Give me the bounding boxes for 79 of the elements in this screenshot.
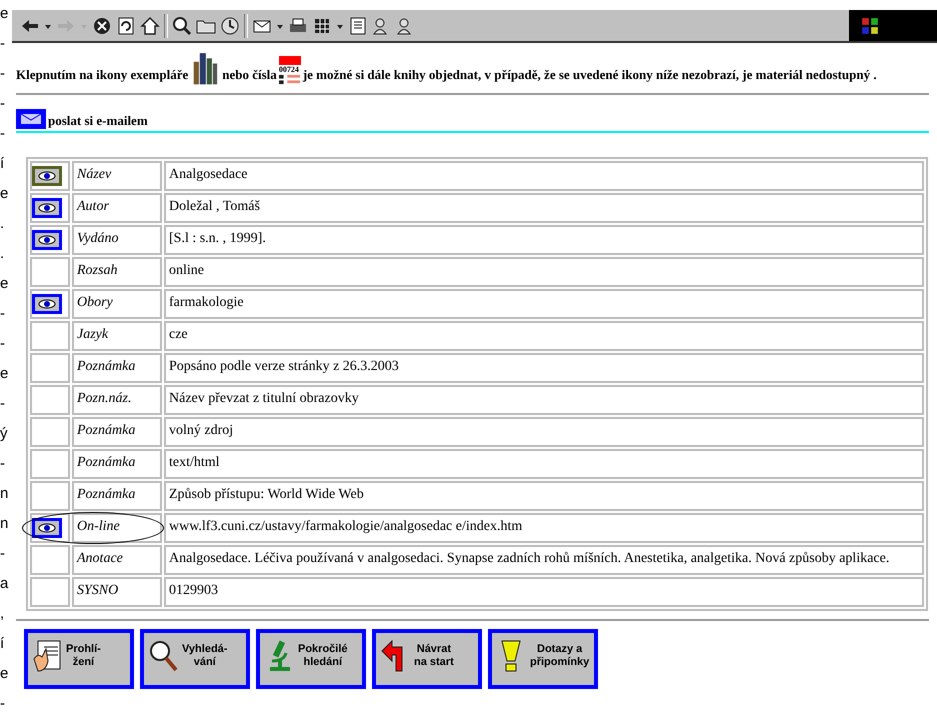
home-icon[interactable] — [140, 16, 160, 36]
nav-button[interactable]: Pokročilé hledání — [256, 629, 366, 689]
text-fragment: n — [0, 484, 10, 504]
text-fragment: ý — [0, 424, 8, 444]
text-fragment: e — [0, 274, 10, 294]
text-fragment: , — [0, 604, 6, 624]
field-value: Popsáno podle verze stránky z 26.3.2003 — [164, 353, 924, 383]
field-value: text/html — [164, 449, 924, 479]
eye-icon[interactable] — [34, 520, 60, 536]
field-label: Poznámka — [72, 481, 162, 511]
field-label: Pozn.náz. — [72, 385, 162, 415]
instruction-text: Klepnutím na ikony exempláře — [16, 67, 188, 82]
text-fragment: - — [0, 454, 6, 474]
eye-icon[interactable] — [34, 296, 60, 312]
text-fragment: e — [0, 4, 10, 24]
magnifier-icon — [148, 639, 178, 673]
field-value: Způsob přístupu: World Wide Web — [164, 481, 924, 511]
text-fragment: - — [0, 544, 6, 564]
field-label: Název — [72, 161, 162, 191]
field-value: Název převzat z titulní obrazovky — [164, 385, 924, 415]
text-fragment: . — [0, 214, 6, 234]
field-value: [S.l : s.n. , 1999]. — [164, 225, 924, 255]
field-label: Autor — [72, 193, 162, 223]
field-label: Vydáno — [72, 225, 162, 255]
url-link[interactable]: www.lf3.cuni.cz/ustavy/farmakologie/analgosedac e/index.htm — [164, 513, 924, 543]
text-fragment: n — [0, 514, 10, 534]
document-icon[interactable] — [348, 16, 368, 36]
field-label: Jazyk — [72, 321, 162, 351]
text-fragment: e — [0, 364, 10, 384]
nav-button[interactable]: Prohlí- žení — [24, 629, 134, 689]
nav-button[interactable]: Návrat na start — [372, 629, 482, 689]
field-value: 0129903 — [164, 577, 924, 607]
envelope-icon[interactable] — [16, 109, 46, 129]
field-label: On-line — [72, 513, 162, 543]
field-label: Rozsah — [72, 257, 162, 287]
text-fragment: a — [0, 574, 10, 594]
refresh-icon[interactable] — [116, 16, 136, 36]
field-label: Anotace — [72, 545, 162, 575]
text-fragment: í — [0, 154, 6, 174]
field-label: SYSNO — [72, 577, 162, 607]
text-fragment: - — [0, 694, 6, 714]
text-fragment: - — [0, 34, 6, 54]
field-value: cze — [164, 321, 924, 351]
instruction-text: nebo čísla — [222, 67, 277, 82]
text-fragment: - — [0, 124, 6, 144]
stop-icon[interactable] — [92, 16, 112, 36]
field-label: Poznámka — [72, 449, 162, 479]
flag-logo-icon — [861, 16, 879, 34]
search-icon[interactable] — [172, 16, 192, 36]
field-value: volný zdroj — [164, 417, 924, 447]
text-fragment: e — [0, 664, 10, 684]
history-icon[interactable] — [220, 16, 240, 36]
nav-button[interactable]: Dotazy a připomínky — [488, 629, 598, 689]
field-value: Analgosedace — [164, 161, 924, 191]
text-fragment: e — [0, 184, 10, 204]
nav-button[interactable]: Vyhledá- vání — [140, 629, 250, 689]
bars-icon — [278, 74, 301, 85]
field-value: farmakologie — [164, 289, 924, 319]
text-fragment: - — [0, 64, 6, 84]
text-fragment: - — [0, 94, 6, 114]
number-badge[interactable]: 00724 — [278, 65, 299, 74]
instruction-text: je možné si dále knihy objednat, v případě, že se uvedené ikony níže nezobrazí, je materiál nedostupný . — [302, 67, 877, 82]
field-label: Poznámka — [72, 353, 162, 383]
email-link[interactable]: poslat si e-mailem — [48, 113, 148, 129]
eye-icon[interactable] — [34, 168, 60, 184]
text-fragment: - — [0, 394, 6, 414]
field-value: online — [164, 257, 924, 287]
field-value: Doležal , Tomáš — [164, 193, 924, 223]
flag-icon — [278, 56, 301, 65]
text-fragment: . — [0, 244, 6, 264]
text-fragment: - — [0, 304, 6, 324]
field-label: Obory — [72, 289, 162, 319]
hand-document-icon — [32, 639, 62, 673]
eye-icon[interactable] — [34, 200, 60, 216]
field-label: Poznámka — [72, 417, 162, 447]
field-value: Analgosedace. Léčiva používaná v analgosedaci. Synapse zadních rohů míšních. Anestetika, analgetika. Nová způsoby aplikace. — [164, 545, 924, 575]
eye-icon[interactable] — [34, 232, 60, 248]
text-fragment: í — [0, 634, 6, 654]
text-fragment: - — [0, 334, 6, 354]
